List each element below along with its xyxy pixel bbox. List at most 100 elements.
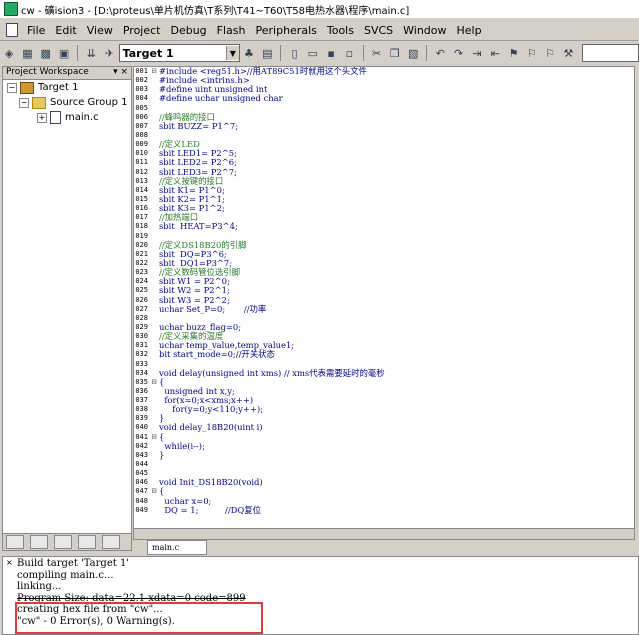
books-tab-icon[interactable]	[54, 535, 72, 549]
menu-view[interactable]: View	[82, 24, 118, 37]
regs-tab-icon[interactable]	[30, 535, 48, 549]
stop-build-icon[interactable]: ▣	[57, 45, 71, 61]
menu-help[interactable]: Help	[452, 24, 487, 37]
fold-marker[interactable]	[149, 305, 159, 314]
copy-icon[interactable]: ❐	[388, 45, 402, 61]
fold-marker[interactable]	[149, 296, 159, 305]
download-icon[interactable]: ⇊	[84, 45, 98, 61]
code-editor[interactable]: 001 ⊟ #include <reg51.h>//用AT89C51时就用这个头文件…	[133, 66, 635, 530]
open-file-icon[interactable]: ▭	[306, 45, 320, 61]
fold-marker[interactable]	[149, 158, 159, 167]
workspace-controls[interactable]: ▾ ×	[113, 67, 128, 79]
options-icon[interactable]: ✈	[102, 45, 116, 61]
fold-marker[interactable]	[149, 259, 159, 268]
prev-bookmark-icon[interactable]: ⚐	[525, 45, 539, 61]
fold-marker[interactable]	[149, 76, 159, 85]
fold-marker[interactable]	[149, 369, 159, 378]
fold-marker[interactable]	[149, 478, 159, 487]
fold-marker[interactable]	[149, 460, 159, 469]
menu-peripherals[interactable]: Peripherals	[251, 24, 322, 37]
tab-main-c[interactable]: main.c	[147, 540, 207, 555]
chevron-down-icon[interactable]: ▼	[225, 46, 239, 60]
fold-marker[interactable]	[149, 277, 159, 286]
menu-window[interactable]: Window	[398, 24, 451, 37]
fold-marker[interactable]	[149, 177, 159, 186]
fold-marker[interactable]	[149, 250, 159, 259]
fold-marker[interactable]	[149, 332, 159, 341]
fold-marker[interactable]	[149, 149, 159, 158]
fold-marker[interactable]	[149, 314, 159, 323]
fold-marker[interactable]	[149, 241, 159, 250]
fold-marker[interactable]	[149, 442, 159, 451]
search-input[interactable]	[581, 44, 639, 62]
clear-bookmarks-icon[interactable]: ⚒	[561, 45, 575, 61]
tree-item-source-group[interactable]: − Source Group 1	[3, 95, 131, 110]
cut-icon[interactable]: ✂	[369, 45, 383, 61]
new-file-icon[interactable]: ▯	[287, 45, 301, 61]
save-all-icon[interactable]: ▫	[342, 45, 356, 61]
fold-marker[interactable]	[149, 122, 159, 131]
fold-marker[interactable]	[149, 469, 159, 478]
collapse-icon[interactable]: −	[7, 82, 17, 93]
paste-icon[interactable]: ▧	[406, 45, 420, 61]
fold-marker[interactable]	[149, 396, 159, 405]
expand-icon[interactable]: +	[37, 112, 47, 123]
files-tab-icon[interactable]	[6, 535, 24, 549]
functions-tab-icon[interactable]	[78, 535, 96, 549]
close-icon[interactable]: ×	[6, 558, 13, 567]
fold-marker[interactable]	[149, 168, 159, 177]
fold-marker[interactable]	[149, 497, 159, 506]
fold-marker[interactable]	[149, 360, 159, 369]
fold-marker[interactable]: ⊟	[149, 378, 159, 387]
fold-marker[interactable]: ⊟	[149, 487, 159, 496]
build-icon[interactable]: ▦	[20, 45, 34, 61]
fold-marker[interactable]	[149, 113, 159, 122]
fold-marker[interactable]	[149, 232, 159, 241]
fold-marker[interactable]	[149, 341, 159, 350]
fold-marker[interactable]	[149, 140, 159, 149]
fold-marker[interactable]	[149, 350, 159, 359]
menu-debug[interactable]: Debug	[165, 24, 211, 37]
bookmark-icon[interactable]: ⚑	[506, 45, 520, 61]
redo-icon[interactable]: ↷	[451, 45, 465, 61]
undo-icon[interactable]: ↶	[433, 45, 447, 61]
next-bookmark-icon[interactable]: ⚐	[543, 45, 557, 61]
templates-tab-icon[interactable]	[102, 535, 120, 549]
menu-edit[interactable]: Edit	[50, 24, 81, 37]
fold-marker[interactable]	[149, 204, 159, 213]
fold-marker[interactable]	[149, 186, 159, 195]
indent-icon[interactable]: ⇥	[470, 45, 484, 61]
fold-marker[interactable]	[149, 414, 159, 423]
fold-marker[interactable]	[149, 323, 159, 332]
fold-marker[interactable]	[149, 405, 159, 414]
fold-marker[interactable]: ⊟	[149, 67, 159, 76]
fold-marker[interactable]	[149, 85, 159, 94]
menu-svcs[interactable]: SVCS	[359, 24, 398, 37]
fold-marker[interactable]	[149, 195, 159, 204]
fold-marker[interactable]	[149, 104, 159, 113]
fold-marker[interactable]: ⊟	[149, 433, 159, 442]
target-select[interactable]: Target 1 ▼	[118, 44, 240, 62]
collapse-icon[interactable]: −	[19, 97, 29, 108]
fold-marker[interactable]	[149, 451, 159, 460]
tree-item-main-c[interactable]: + main.c	[3, 110, 131, 125]
fold-marker[interactable]	[149, 222, 159, 231]
fold-marker[interactable]	[149, 423, 159, 432]
unindent-icon[interactable]: ⇤	[488, 45, 502, 61]
fold-marker[interactable]	[149, 506, 159, 515]
fold-marker[interactable]	[149, 286, 159, 295]
tree-item-target[interactable]: − Target 1	[3, 80, 131, 95]
compile-icon[interactable]: ◈	[2, 45, 16, 61]
horizontal-scrollbar[interactable]	[133, 528, 635, 540]
save-icon[interactable]: ▪	[324, 45, 338, 61]
target-options-icon[interactable]: ♣	[242, 45, 256, 61]
menu-project[interactable]: Project	[118, 24, 166, 37]
fold-marker[interactable]	[149, 268, 159, 277]
menu-file[interactable]: File	[22, 24, 50, 37]
fold-marker[interactable]	[149, 213, 159, 222]
fold-marker[interactable]	[149, 131, 159, 140]
menu-flash[interactable]: Flash	[212, 24, 251, 37]
manage-components-icon[interactable]: ▤	[260, 45, 274, 61]
fold-marker[interactable]	[149, 387, 159, 396]
fold-marker[interactable]	[149, 94, 159, 103]
